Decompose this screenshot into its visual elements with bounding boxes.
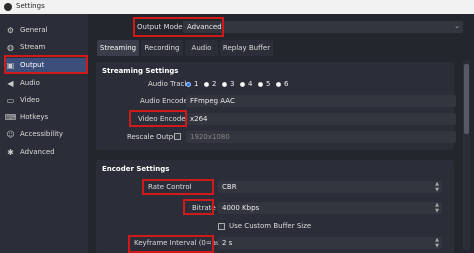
- sidebar-item-audio[interactable]: ◀ Audio: [6, 76, 86, 90]
- sidebar-item-video[interactable]: ▭ Video: [6, 93, 86, 107]
- audio-track-label: Audio Track: [148, 80, 189, 88]
- audio-track-radio-4[interactable]: [240, 82, 245, 87]
- sidebar-item-label: Video: [20, 96, 40, 104]
- audio-track-option-label: 2: [212, 80, 217, 88]
- sidebar-item-accessibility[interactable]: ☺ Accessibility: [6, 127, 86, 141]
- tab-recording[interactable]: Recording: [141, 40, 183, 56]
- sidebar-item-output[interactable]: ▣ Output: [6, 58, 86, 72]
- chevron-down-icon: ⌄: [454, 22, 460, 30]
- custom-buffer-label: Use Custom Buffer Size: [229, 222, 312, 230]
- audio-track-option-label: 4: [248, 80, 253, 88]
- tab-streaming[interactable]: Streaming: [97, 40, 139, 56]
- sidebar-item-label: Output: [20, 61, 45, 69]
- keyboard-icon: ⌨: [4, 112, 17, 122]
- sidebar-item-label: Advanced: [20, 148, 55, 156]
- monitor-icon: ▭: [6, 95, 15, 105]
- speaker-icon: ◀: [7, 78, 14, 88]
- spin-arrows-icon: ▲ ▼: [435, 181, 439, 193]
- tab-label: Replay Buffer: [222, 44, 271, 52]
- wrench-icon: ✱: [7, 147, 14, 157]
- encoder-settings-title: Encoder Settings: [102, 165, 170, 173]
- audio-track-option-label: 1: [194, 80, 199, 88]
- audio-track-radio-6[interactable]: [276, 82, 281, 87]
- audio-track-radio-5[interactable]: [258, 82, 263, 87]
- video-encoder-select[interactable]: x264: [186, 113, 456, 125]
- rate-control-select[interactable]: CBR ▲ ▼: [218, 181, 442, 193]
- tab-label: Recording: [144, 44, 180, 52]
- audio-track-radio-3[interactable]: [222, 82, 227, 87]
- audio-encoder-label: Audio Encoder: [140, 97, 191, 105]
- streaming-settings-title: Streaming Settings: [102, 67, 179, 75]
- sidebar-item-label: General: [20, 26, 48, 34]
- sidebar-item-advanced[interactable]: ✱ Advanced: [6, 145, 86, 159]
- output-mode-value: Advanced: [187, 23, 222, 31]
- gear-icon: ⚙: [6, 25, 15, 35]
- sidebar-item-stream[interactable]: ◍ Stream: [6, 40, 86, 54]
- bitrate-label: Bitrate: [192, 204, 216, 212]
- obs-logo-icon: [4, 3, 12, 11]
- custom-buffer-checkbox[interactable]: [218, 223, 225, 230]
- audio-track-radio-2[interactable]: [204, 82, 209, 87]
- rescale-output-value: 1920x1080: [190, 133, 230, 141]
- scrollbar-thumb[interactable]: [464, 64, 469, 134]
- keyframe-interval-label: Keyframe Interval (0=auto): [134, 239, 231, 247]
- rescale-output-checkbox[interactable]: [174, 133, 181, 140]
- audio-track-option-label: 5: [266, 80, 271, 88]
- output-mode-select[interactable]: Advanced ⌄: [183, 21, 463, 33]
- rate-control-label: Rate Control: [148, 183, 192, 191]
- bitrate-value: 4000 Kbps: [222, 204, 260, 212]
- video-encoder-value: x264: [190, 115, 208, 123]
- video-encoder-label: Video Encoder: [138, 115, 189, 123]
- audio-track-radio-1[interactable]: [186, 82, 191, 87]
- tab-audio[interactable]: Audio: [185, 40, 218, 56]
- globe-icon: ◍: [7, 42, 14, 52]
- audio-encoder-value: FFmpeg AAC: [190, 97, 235, 105]
- title-bar: Settings: [0, 0, 474, 14]
- audio-encoder-select[interactable]: FFmpeg AAC: [186, 95, 456, 107]
- audio-track-option-label: 6: [284, 80, 289, 88]
- sidebar-item-label: Accessibility: [20, 130, 64, 138]
- rescale-output-select[interactable]: 1920x1080: [186, 131, 456, 143]
- sidebar-item-general[interactable]: ⚙ General: [6, 23, 86, 37]
- tab-replay-buffer[interactable]: Replay Buffer: [220, 40, 273, 56]
- tab-label: Streaming: [99, 44, 137, 52]
- sidebar-item-label: Audio: [20, 79, 40, 87]
- output-icon: ▣: [6, 60, 15, 70]
- rate-control-value: CBR: [222, 183, 237, 191]
- output-mode-label: Output Mode: [137, 23, 183, 31]
- spin-arrows-icon: ▲ ▼: [435, 202, 439, 214]
- rescale-output-label: Rescale Output: [127, 133, 181, 141]
- tab-label: Audio: [191, 44, 212, 52]
- window-title: Settings: [16, 2, 45, 10]
- sidebar-item-hotkeys[interactable]: ⌨ Hotkeys: [4, 110, 86, 124]
- spin-arrows-icon: ▲ ▼: [435, 237, 439, 249]
- bitrate-input[interactable]: 4000 Kbps ▲ ▼: [218, 202, 442, 214]
- accessibility-icon: ☺: [6, 129, 15, 139]
- keyframe-interval-input[interactable]: 2 s ▲ ▼: [218, 237, 442, 249]
- audio-track-option-label: 3: [230, 80, 235, 88]
- sidebar-item-label: Hotkeys: [20, 113, 49, 121]
- sidebar-item-label: Stream: [20, 43, 46, 51]
- scrollbar[interactable]: [463, 60, 470, 250]
- keyframe-interval-value: 2 s: [222, 239, 233, 247]
